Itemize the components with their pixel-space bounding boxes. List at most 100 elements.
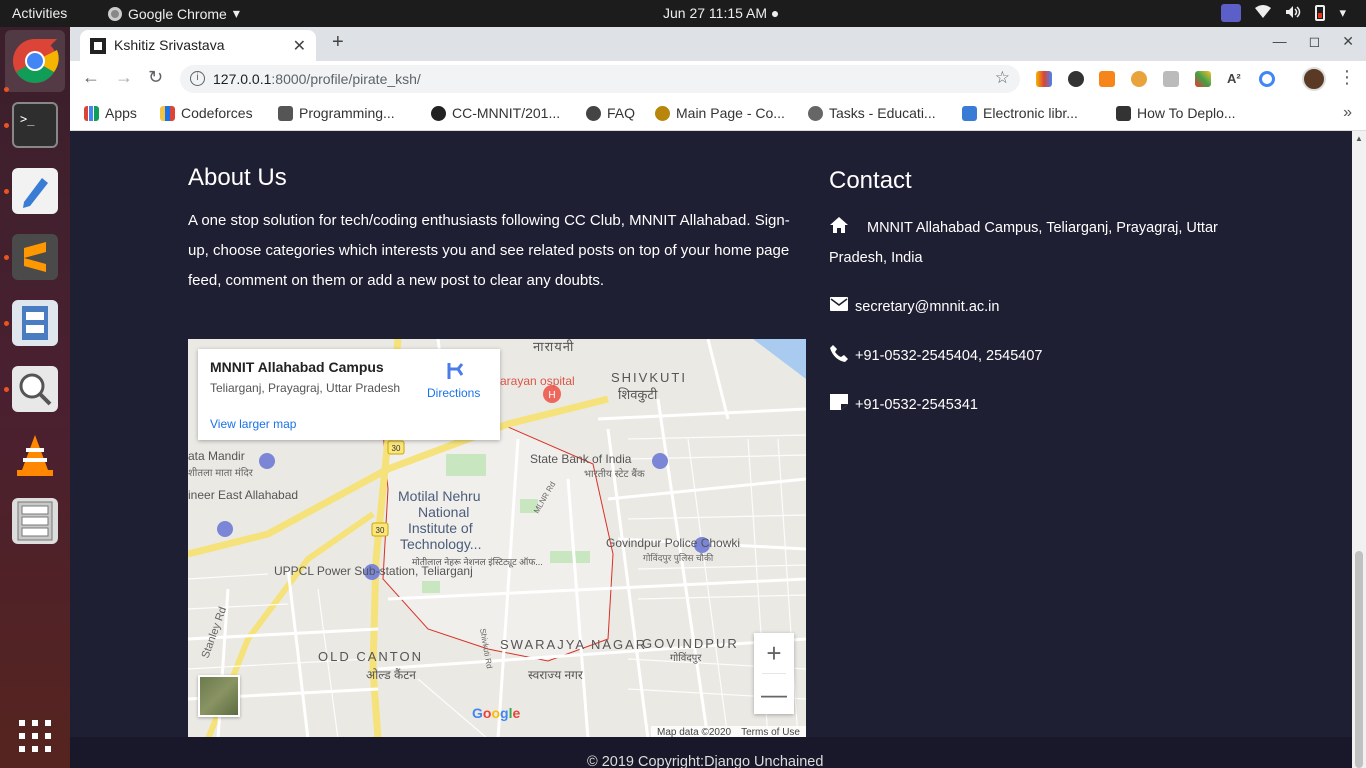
site-favicon-icon [90,38,106,54]
system-tray[interactable]: ▾ [1221,4,1346,22]
main-page-icon [655,105,670,121]
address-bar[interactable]: i 127.0.0.1:8000/profile/pirate_ksh/ ☆ [180,65,1020,93]
dock-chrome[interactable] [5,30,65,92]
contact-heading: Contact [829,167,912,194]
activities-button[interactable]: Activities [12,5,67,21]
app-grid-icon [19,720,51,752]
programming-icon [278,105,293,121]
route-shield: 30 [392,444,401,453]
teams-icon[interactable] [1221,4,1242,22]
scroll-up-icon[interactable]: ▲ [1355,134,1363,143]
email-icon [829,294,849,312]
map-label: भारतीय स्टेट बैंक [584,468,645,480]
zoom-in-button[interactable]: + [754,633,794,673]
minimize-button[interactable]: — [1273,33,1287,50]
view-larger-map-link[interactable]: View larger map [210,417,296,431]
bookmark-label: Programming... [299,105,395,121]
extension-k-icon[interactable] [1163,71,1179,87]
running-indicator [4,123,9,128]
dock-sublime-text[interactable] [12,234,58,280]
extension-grid-icon[interactable] [1195,71,1211,87]
dock-app-grid[interactable] [12,713,58,759]
codeforces-icon [160,105,175,121]
dock-vlc[interactable] [12,432,58,478]
zoom-controls: + — [754,633,794,714]
satellite-view-toggle[interactable] [198,675,240,717]
close-window-button[interactable]: ✕ [1342,33,1354,50]
directions-icon[interactable] [446,361,464,379]
running-indicator [4,321,9,326]
extension-color-icon[interactable] [1036,71,1052,87]
forward-arrow-icon[interactable]: → [115,67,133,88]
google-logo: Google [472,705,521,721]
map-label: गोविंदपुर [670,652,702,664]
bookmark-faq[interactable]: FAQ [586,105,635,121]
page-scrollbar[interactable]: ▲ [1352,131,1366,768]
maximize-button[interactable]: ◻ [1309,33,1321,50]
bookmark-star-icon[interactable]: ☆ [995,68,1010,88]
back-arrow-icon[interactable]: ← [82,67,100,88]
directions-link[interactable]: Directions [427,386,480,400]
app-name: Google Chrome [128,5,227,22]
deploy-icon [1116,105,1131,121]
metamask-fox-icon[interactable] [1099,71,1115,87]
bookmark-cc-mnnit[interactable]: CC-MNNIT/201... [431,105,560,121]
tab-profile[interactable]: Kshitiz Srivastava ✕ [80,30,316,61]
scrollbar-thumb[interactable] [1355,551,1363,768]
map-label: Institute of [408,520,473,536]
contact-phone: +91-0532-2545404, 2545407 [829,341,1042,371]
bookmark-label: Electronic libr... [983,105,1078,121]
dock-archive-manager[interactable] [12,498,58,544]
extension-a-squared-icon[interactable]: A² [1227,71,1243,87]
dock-text-editor[interactable] [12,168,58,214]
place-address: Teliarganj, Prayagraj, Uttar Pradesh [210,381,401,395]
app-menu[interactable]: Google Chrome ▾ [108,5,240,22]
bookmark-main-page[interactable]: Main Page - Co... [655,105,785,121]
bookmark-label: Tasks - Educati... [829,105,936,121]
bookmarks-bar: Apps Codeforces Programming... CC-MNNIT/… [70,97,1366,131]
about-text: A one stop solution for tech/coding enth… [188,212,790,289]
extension-ninja-icon[interactable] [1068,71,1084,87]
place-name: MNNIT Allahabad Campus [210,359,384,375]
tasks-icon [808,105,823,121]
email-text: secretary@mnnit.ac.in [855,299,1000,315]
battery-icon[interactable] [1315,5,1326,21]
contact-address: MNNIT Allahabad Campus, Teliarganj, Pray… [829,213,1249,273]
dock-search[interactable] [12,366,58,412]
url-text[interactable]: 127.0.0.1:8000/profile/pirate_ksh/ [213,71,421,87]
extension-ring-icon[interactable] [1259,71,1275,87]
reload-icon[interactable]: ↻ [148,67,163,88]
dock-terminal[interactable]: >_ [12,102,58,148]
bookmark-electronic-library[interactable]: Electronic libr... [962,105,1078,121]
cookie-icon[interactable] [1131,71,1147,87]
browser-toolbar: ← → ↻ i 127.0.0.1:8000/profile/pirate_ks… [70,61,1366,97]
about-heading: About Us [188,164,287,191]
dock-file-manager[interactable] [12,300,58,346]
map-label: UPPCL Power Sub-station, Teliarganj [274,564,473,578]
file-cabinet-icon [22,306,48,340]
browser-window: Kshitiz Srivastava ✕ + — ◻ ✕ ← → ↻ i 127… [70,27,1366,768]
svg-text:H: H [548,390,555,401]
close-tab-icon[interactable]: ✕ [293,36,306,56]
wifi-icon[interactable] [1255,4,1272,22]
bookmark-programming[interactable]: Programming... [278,105,395,121]
map-label: ineer East Allahabad [188,488,298,502]
vlc-cone-icon [17,435,53,476]
site-info-icon[interactable]: i [190,71,205,86]
new-tab-button[interactable]: + [332,31,344,54]
chrome-menu-icon[interactable]: ⋮ [1338,67,1356,88]
bookmark-tasks[interactable]: Tasks - Educati... [808,105,936,121]
more-bookmarks-icon[interactable]: » [1343,104,1352,122]
bookmark-label: How To Deplo... [1137,105,1236,121]
zoom-out-button[interactable]: — [754,674,794,714]
profile-avatar[interactable] [1302,67,1326,91]
contact-fax: +91-0532-2545341 [829,390,978,420]
volume-icon[interactable] [1285,5,1301,22]
bookmark-codeforces[interactable]: Codeforces [160,105,253,121]
bookmark-how-to-deploy[interactable]: How To Deplo... [1116,105,1236,121]
power-menu-icon[interactable]: ▾ [1339,5,1346,21]
clock[interactable]: Jun 27 11:15 AM ● [663,5,779,21]
map-label: Motilal Nehru [398,488,480,504]
embedded-map[interactable]: 30 30 H नारायनी SHIVKUTI शिवकुटी arayan … [188,339,806,739]
bookmark-apps[interactable]: Apps [84,105,137,121]
